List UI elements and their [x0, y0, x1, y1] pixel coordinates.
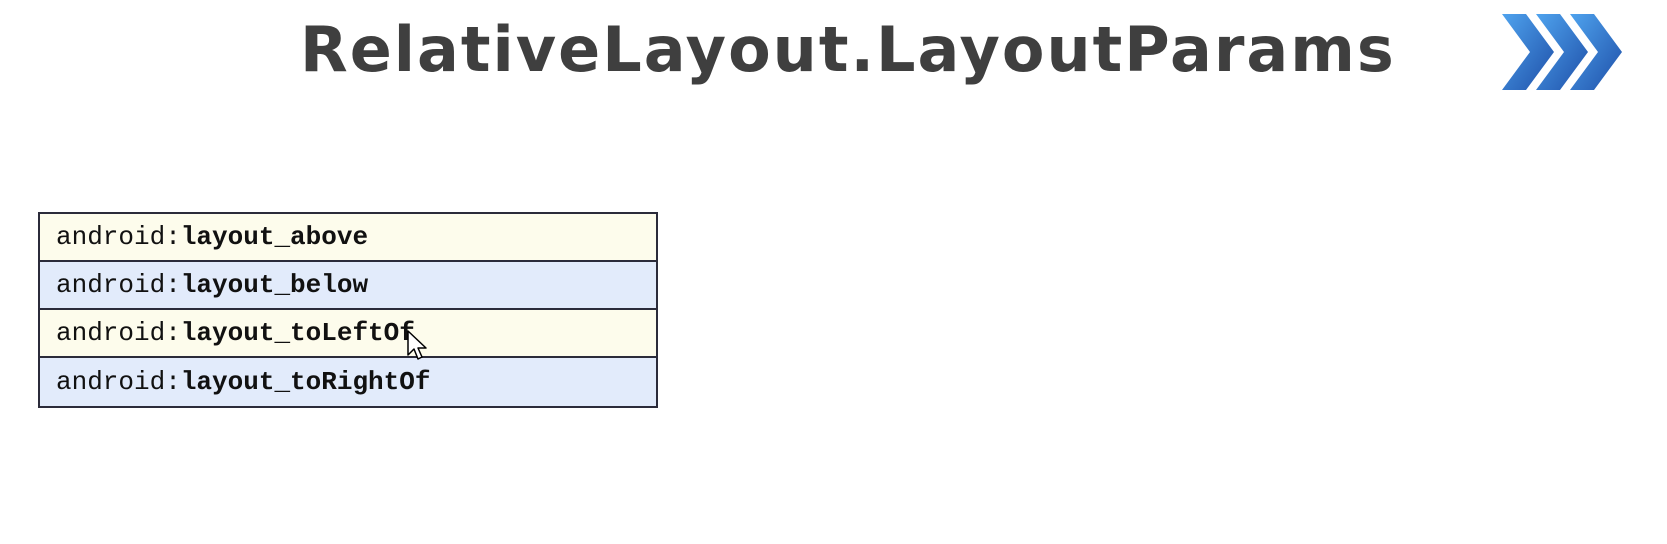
- attribute-prefix: android:: [56, 318, 181, 348]
- mouse-pointer-icon: [407, 330, 427, 360]
- attribute-name: layout_toRightOf: [180, 367, 431, 397]
- attribute-row: android: layout_toRightOf: [40, 358, 656, 406]
- slide: RelativeLayout.LayoutParams android: layo…: [0, 0, 1667, 544]
- attribute-name: layout_toLeftOf: [180, 318, 415, 348]
- slide-title: RelativeLayout.LayoutParams: [300, 13, 1396, 86]
- attribute-prefix: android:: [56, 222, 181, 252]
- attribute-name: layout_above: [180, 222, 369, 252]
- attribute-row: android: layout_below: [40, 262, 656, 310]
- chevron-right-triple-icon: [1502, 14, 1622, 90]
- attribute-row: android: layout_above: [40, 214, 656, 262]
- attribute-row: android: layout_toLeftOf: [40, 310, 656, 358]
- attribute-table: android: layout_above android: layout_belo…: [38, 212, 658, 408]
- attribute-name: layout_below: [180, 270, 369, 300]
- attribute-prefix: android:: [56, 270, 181, 300]
- attribute-prefix: android:: [56, 367, 181, 397]
